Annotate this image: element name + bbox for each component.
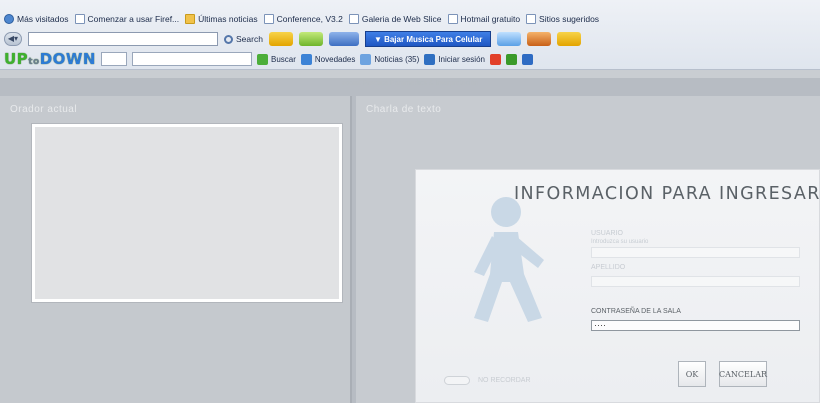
remember-toggle[interactable]: [444, 376, 470, 385]
search-button[interactable]: Search: [224, 34, 263, 44]
text-chat-panel: Charla de texto INFORMACION PARA INGRESA…: [356, 96, 820, 403]
apellido-field[interactable]: [591, 276, 800, 287]
bookmark-mas-visitados[interactable]: Más visitados: [4, 13, 69, 24]
bookmark-comenzar[interactable]: Comenzar a usar Firef...: [74, 13, 179, 24]
folder-icon: [185, 13, 196, 24]
panel-title: Charla de texto: [366, 104, 442, 115]
login-dialog: INFORMACION PARA INGRESAR USUARIO Introd…: [415, 169, 820, 403]
bookmark-galeria[interactable]: Galeria de Web Slice: [348, 13, 442, 24]
nav-icons: [268, 32, 359, 46]
usuario-field[interactable]: [591, 247, 800, 258]
remember-label: NO RECORDAR: [478, 377, 531, 384]
remember-row: NO RECORDAR: [444, 376, 531, 385]
globe-icon: [4, 13, 14, 24]
browser-chrome: Más visitados Comenzar a usar Firef... Ú…: [0, 0, 820, 70]
mail-icon[interactable]: [489, 53, 501, 65]
current-speaker-panel: Orador actual: [0, 96, 352, 403]
toolbar-search-button[interactable]: Buscar: [257, 53, 296, 65]
page-icon: [526, 13, 537, 24]
usuario-label: USUARIO: [591, 230, 623, 237]
page-icon: [263, 13, 274, 24]
novedades-button[interactable]: Novedades: [300, 53, 355, 65]
speaker-video-area: [32, 124, 342, 302]
page-icon: [447, 13, 458, 24]
screen: Más visitados Comenzar a usar Firef... Ú…: [0, 0, 820, 403]
navigation-row: ◀▾ Search ▼ Bajar Musica Para Celular: [0, 30, 820, 48]
logo-dropdown[interactable]: [101, 52, 127, 66]
toolbar-addon-icon[interactable]: [298, 32, 323, 46]
toolbar-addon-icon[interactable]: [527, 32, 552, 46]
address-input[interactable]: [28, 32, 218, 46]
updown-toolbar: UPtoDOWN Buscar Novedades Noticias (35) …: [0, 50, 820, 68]
photo-icon[interactable]: [505, 53, 517, 65]
toolbar-addon-icon[interactable]: [268, 32, 293, 46]
weather-icon[interactable]: [521, 53, 533, 65]
promo-button[interactable]: ▼ Bajar Musica Para Celular: [364, 31, 492, 47]
toolbar-addon-icon[interactable]: [497, 32, 522, 46]
iniciar-sesion-button[interactable]: Iniciar sesión: [424, 53, 485, 65]
search-icon: [257, 53, 268, 65]
bookmark-ultimas-noticias[interactable]: Últimas noticias: [185, 13, 258, 24]
page-icon: [348, 13, 359, 24]
login-icon: [424, 53, 436, 65]
back-button[interactable]: ◀▾: [4, 32, 22, 46]
newspaper-icon: [360, 53, 372, 65]
ok-button[interactable]: OK: [678, 361, 706, 387]
page-icon: [74, 13, 85, 24]
apellido-label: APELLIDO: [591, 264, 626, 271]
updown-logo[interactable]: UPtoDOWN: [4, 50, 96, 68]
walking-person-icon: [474, 197, 544, 322]
panel-title: Orador actual: [10, 104, 78, 115]
password-label: CONTRASEÑA DE LA SALA: [591, 308, 681, 315]
nav-icons-right: [497, 32, 582, 46]
toolbar-addon-icon[interactable]: [328, 32, 359, 46]
search-icon: [224, 34, 233, 44]
bookmark-sitios[interactable]: Sitios sugeridos: [526, 13, 599, 24]
usuario-hint: Introduzca su usuario: [591, 239, 649, 245]
dialog-title: INFORMACION PARA INGRESAR: [514, 184, 820, 204]
cancel-button[interactable]: CANCELAR: [719, 361, 767, 387]
app-window-title: zoom! Practica Paramedics & Interpretaci…: [341, 80, 479, 87]
bookmark-conference[interactable]: Conference, V3.2: [263, 13, 343, 24]
bookmark-hotmail[interactable]: Hotmail gratuito: [447, 13, 520, 24]
toolbar-addon-icon[interactable]: [557, 32, 582, 46]
password-field[interactable]: ····: [591, 320, 800, 331]
noticias-button[interactable]: Noticias (35): [360, 53, 419, 65]
toolbar-search-input[interactable]: [132, 52, 252, 66]
bookmarks-bar: Más visitados Comenzar a usar Firef... Ú…: [0, 10, 820, 27]
news-icon: [300, 53, 312, 65]
